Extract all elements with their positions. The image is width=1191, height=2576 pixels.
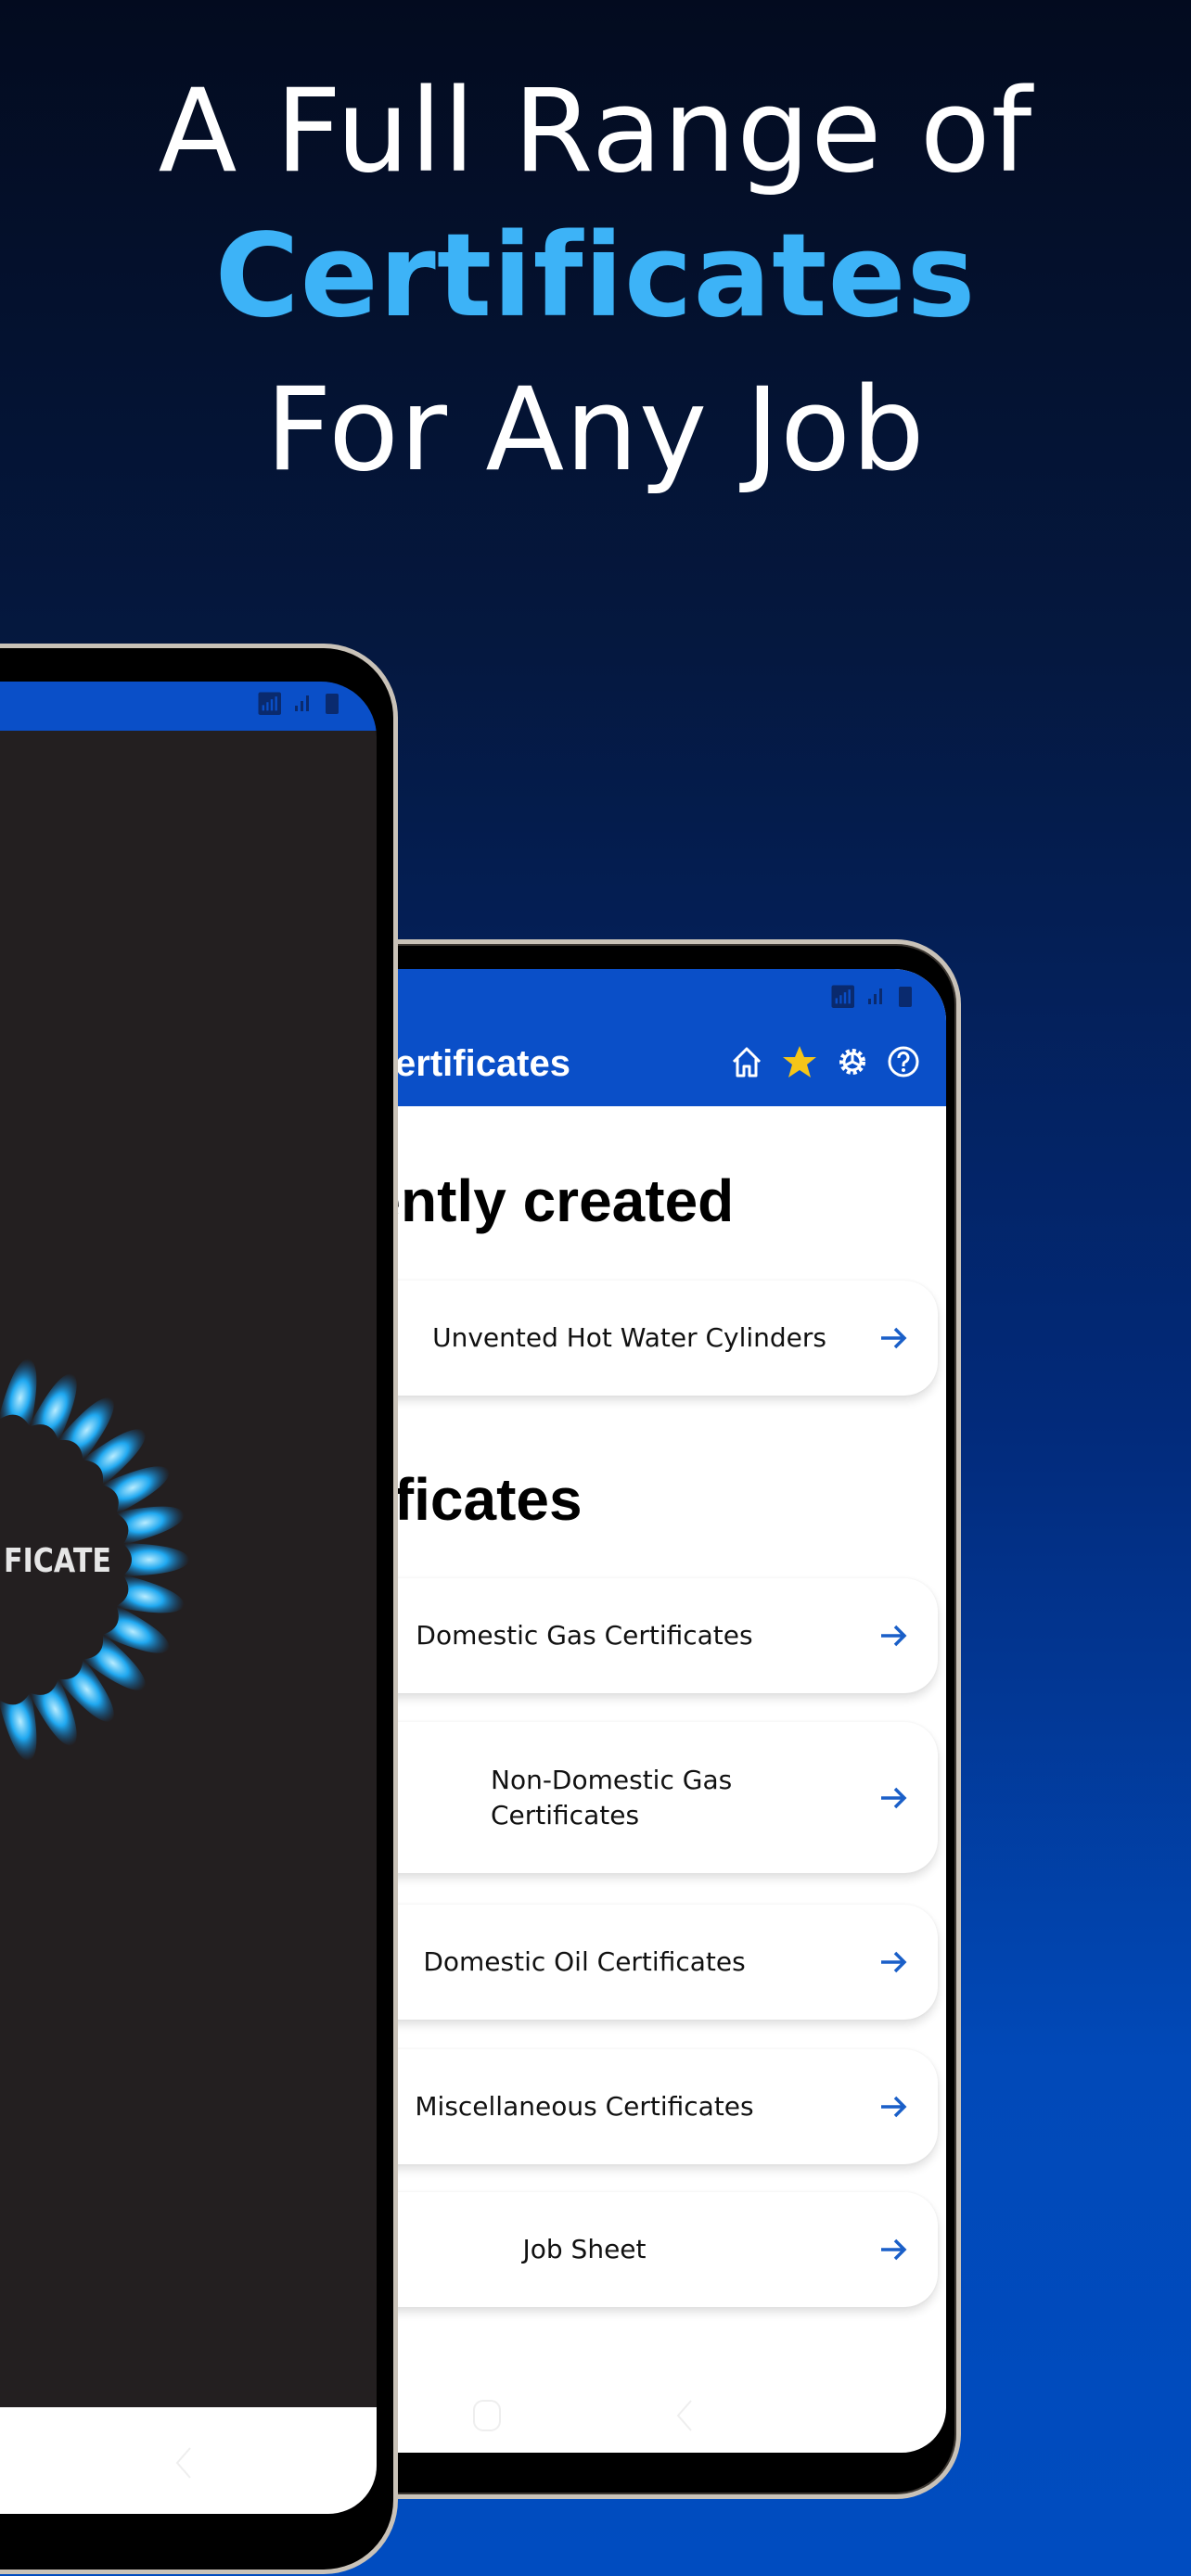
arrow-right-icon [881, 2238, 907, 2261]
home-icon[interactable] [728, 1043, 765, 1080]
system-nav-bar [0, 2407, 377, 2514]
gas-flame-logo: FICATE [0, 1358, 189, 1761]
headline-line-1: A Full Range of [158, 65, 1033, 198]
home-nav-icon[interactable] [470, 2397, 504, 2434]
app-title: Certificates [368, 1043, 570, 1084]
arrow-right-icon [881, 1787, 907, 1808]
flame-mark [122, 1543, 189, 1576]
headline-line-3: For Any Job [265, 363, 926, 497]
back-nav-icon[interactable] [170, 2444, 198, 2481]
arrow-right-icon [881, 2096, 907, 2118]
phone-mockup-splash: 📶︎ FICATE [0, 644, 398, 2574]
arrow-right-icon [881, 1327, 907, 1349]
arrow-right-icon [881, 1625, 907, 1647]
headline-line-2: Certificates [214, 210, 977, 343]
star-icon[interactable] [781, 1043, 818, 1080]
wifi-icon: 📶︎ [828, 985, 857, 1010]
gear-icon[interactable] [834, 1043, 871, 1080]
splash-screen: 📶︎ FICATE [0, 682, 377, 2514]
battery-icon [899, 987, 912, 1007]
logo-text: FICATE [4, 1542, 111, 1580]
help-icon[interactable] [885, 1043, 922, 1080]
back-nav-icon[interactable] [671, 2397, 698, 2434]
signal-icon [868, 988, 882, 1004]
status-bar: 📶︎ [829, 984, 913, 1011]
arrow-right-icon [881, 1951, 907, 1973]
